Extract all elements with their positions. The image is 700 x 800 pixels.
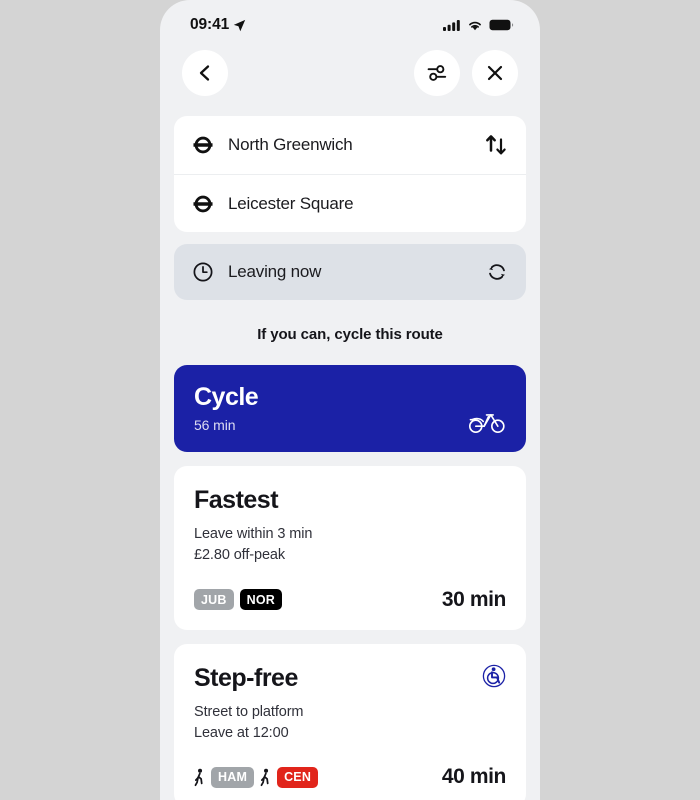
- status-bar-right: [443, 19, 514, 31]
- route-duration: 30 min: [441, 587, 507, 611]
- destination-field[interactable]: Leicester Square: [174, 174, 526, 232]
- route-details: Leave within 3 min £2.80 off-peak: [194, 524, 506, 565]
- route-title: Step-free: [194, 663, 298, 692]
- clock-icon: [192, 261, 214, 283]
- journey-inputs: North Greenwich Leicester Square: [174, 116, 526, 232]
- swap-arrows-icon[interactable]: [484, 134, 508, 156]
- walk-icon: [260, 768, 271, 787]
- journey-planner: North Greenwich Leicester Square Leaving…: [160, 96, 540, 300]
- route-footer: HAM CEN 40 min: [194, 765, 506, 789]
- bicycle-icon: [468, 406, 506, 436]
- line-badge: CEN: [277, 766, 319, 788]
- route-footer: JUB NOR 30 min: [194, 588, 506, 612]
- route-card-step-free[interactable]: Step-free Street to platform Leave at 12…: [174, 643, 526, 800]
- tfl-roundel-icon: [192, 134, 214, 156]
- phone-screen: 09:41 North Greenwich Leicester Square L…: [160, 0, 540, 800]
- route-card-cycle[interactable]: Cycle 56 min: [174, 365, 526, 452]
- wheelchair-accessible-icon: [482, 664, 506, 688]
- route-detail-line: Leave within 3 min: [194, 526, 313, 543]
- route-detail-line: £2.80 off-peak: [194, 546, 286, 563]
- battery-full-icon: [489, 19, 514, 31]
- origin-field[interactable]: North Greenwich: [174, 116, 526, 174]
- promo-message: If you can, cycle this route: [257, 326, 443, 343]
- status-bar-left: 09:41: [190, 16, 246, 34]
- walk-icon: [194, 768, 205, 787]
- route-detail-line: Street to platform: [194, 704, 304, 721]
- filter-sliders-icon: [426, 62, 448, 84]
- route-detail-line: Leave at 12:00: [194, 724, 289, 741]
- route-title: Cycle: [194, 383, 259, 411]
- destination-label: Leicester Square: [228, 193, 354, 213]
- origin-label: North Greenwich: [228, 135, 353, 154]
- cellular-signal-icon: [443, 19, 461, 31]
- route-duration: 56 min: [194, 416, 236, 433]
- route-title: Fastest: [194, 485, 279, 514]
- route-legs: JUB NOR: [194, 589, 282, 611]
- back-button[interactable]: [182, 50, 228, 96]
- departure-time-label: Leaving now: [228, 262, 322, 281]
- header-actions: [414, 50, 518, 96]
- route-duration: 40 min: [441, 765, 507, 789]
- refresh-icon[interactable]: [486, 261, 508, 283]
- route-details: Street to platform Leave at 12:00: [194, 702, 506, 743]
- wifi-icon: [467, 19, 483, 31]
- cycle-card-body: Cycle 56 min: [194, 383, 506, 436]
- header-bar: [160, 44, 540, 96]
- line-badge: JUB: [194, 589, 234, 611]
- close-x-icon: [485, 63, 505, 83]
- tfl-roundel-icon: [192, 193, 214, 215]
- filter-button[interactable]: [414, 50, 460, 96]
- route-legs: HAM CEN: [194, 766, 319, 788]
- route-options-list: Cycle 56 min Fastest Leave within 3 min …: [160, 365, 540, 800]
- line-badge: HAM: [211, 766, 255, 788]
- line-badge: NOR: [239, 589, 282, 611]
- status-time: 09:41: [190, 16, 230, 33]
- departure-time-selector[interactable]: Leaving now: [174, 244, 526, 300]
- route-card-fastest[interactable]: Fastest Leave within 3 min £2.80 off-pea…: [174, 465, 526, 630]
- close-button[interactable]: [472, 50, 518, 96]
- cycle-card-text: Cycle 56 min: [194, 383, 259, 436]
- location-arrow-icon: [233, 19, 246, 32]
- status-bar: 09:41: [160, 0, 540, 44]
- chevron-left-icon: [195, 63, 215, 83]
